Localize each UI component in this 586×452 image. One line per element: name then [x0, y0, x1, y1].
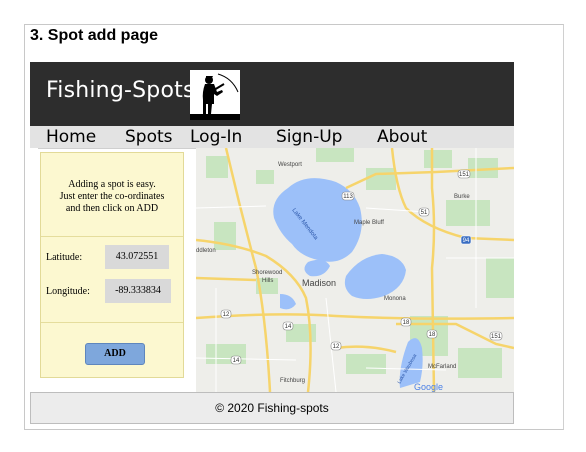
label-monona: Monona [384, 296, 406, 302]
latitude-field[interactable]: 43.072551 [105, 245, 169, 269]
google-logo: Google [414, 382, 443, 392]
longitude-label: Longitude: [46, 286, 90, 297]
label-westport: Westport [278, 162, 302, 168]
latitude-label: Latitude: [46, 252, 83, 263]
svg-text:113: 113 [343, 194, 353, 200]
svg-text:94: 94 [463, 238, 470, 244]
add-spot-panel: Adding a spot is easy. Just enter the co… [40, 152, 184, 378]
page-content: Adding a spot is easy. Just enter the co… [30, 148, 514, 392]
nav-spots[interactable]: Spots [125, 126, 173, 148]
add-button[interactable]: ADD [85, 343, 145, 365]
svg-text:51: 51 [421, 210, 428, 216]
site-screenshot: Fishing-Spots Home Spots Log-In Sign-Up … [30, 62, 514, 426]
coordinate-fields: Latitude: 43.072551 Longitude: -89.33383… [41, 237, 183, 323]
content-gutter [30, 148, 38, 392]
main-nav: Home Spots Log-In Sign-Up About [30, 126, 514, 149]
intro-line: Just enter the co-ordinates [59, 191, 165, 202]
intro-line: and then click on ADD [65, 203, 159, 214]
site-footer: © 2020 Fishing-spots [30, 392, 514, 424]
map-view[interactable]: 113 151 51 94 12 14 18 14 12 151 18 West… [196, 148, 514, 392]
svg-text:18: 18 [429, 332, 436, 338]
svg-text:18: 18 [403, 320, 410, 326]
intro-line: Adding a spot is easy. [68, 179, 156, 190]
svg-text:151: 151 [459, 172, 470, 178]
label-fitchburg: Fitchburg [280, 378, 305, 384]
site-header: Fishing-Spots [30, 62, 514, 126]
svg-text:12: 12 [333, 344, 340, 350]
label-madison: Madison [302, 278, 336, 288]
svg-text:12: 12 [223, 312, 230, 318]
label-mcfarland: McFarland [428, 364, 456, 370]
svg-text:14: 14 [285, 324, 292, 330]
svg-text:14: 14 [233, 358, 240, 364]
panel-intro: Adding a spot is easy. Just enter the co… [41, 153, 183, 237]
copyright-text: © 2020 Fishing-spots [215, 401, 329, 415]
longitude-field[interactable]: -89.333834 [105, 279, 171, 303]
site-brand[interactable]: Fishing-Spots [46, 78, 195, 103]
nav-about[interactable]: About [377, 126, 427, 148]
label-shorewood-hills-2: Hills [262, 278, 273, 284]
svg-text:151: 151 [491, 334, 502, 340]
fisherman-logo-icon [190, 70, 240, 120]
section-heading: 3. Spot add page [30, 27, 159, 44]
label-maple-bluff: Maple Bluff [354, 220, 384, 226]
label-burke: Burke [454, 194, 470, 200]
nav-sign-up[interactable]: Sign-Up [276, 126, 342, 148]
label-middleton: ddleton [196, 248, 216, 254]
nav-home[interactable]: Home [46, 126, 96, 148]
label-shorewood-hills: Shorewood [252, 270, 282, 276]
nav-log-in[interactable]: Log-In [190, 126, 242, 148]
